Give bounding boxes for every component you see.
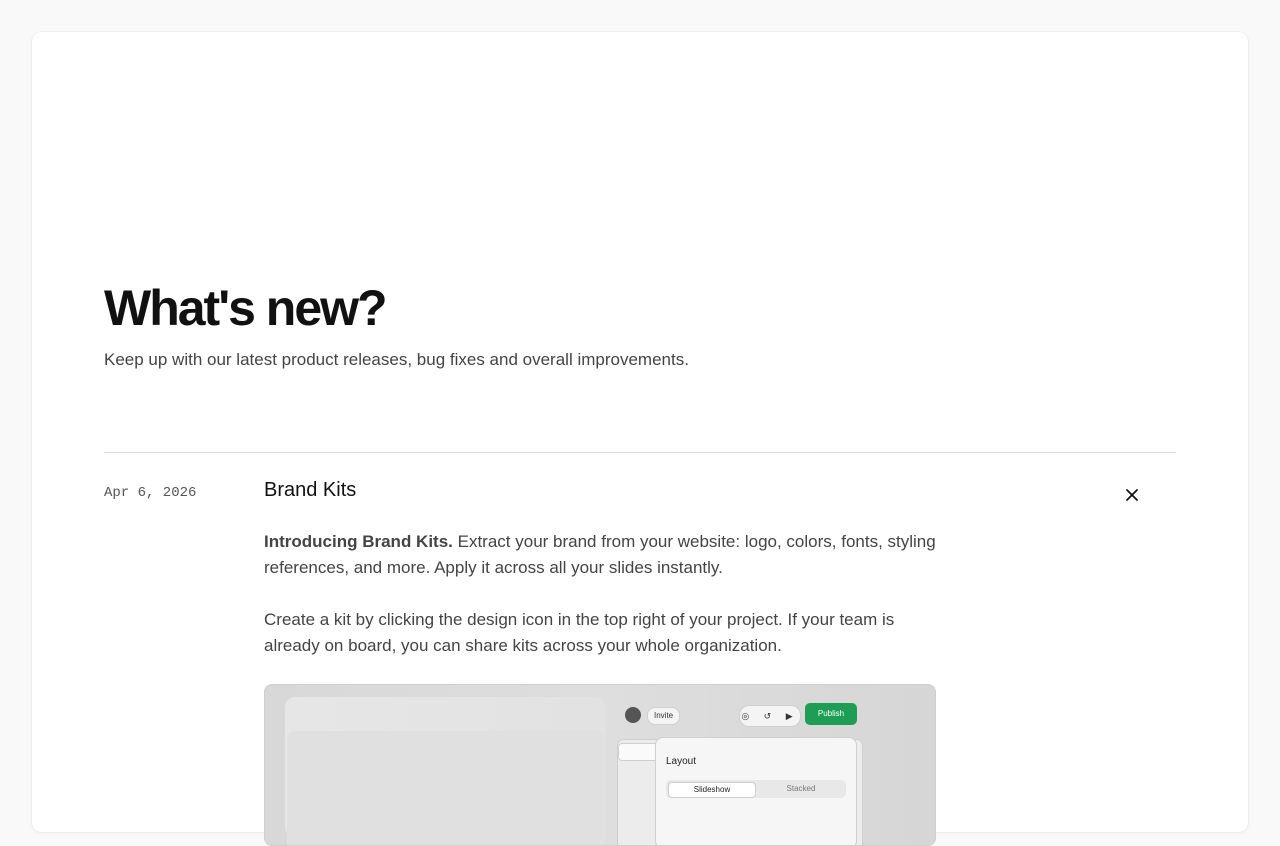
close-button[interactable]	[1120, 483, 1144, 507]
entry-paragraph: Create a kit by clicking the design icon…	[264, 610, 895, 655]
preview-panel-title: Layout	[666, 756, 697, 767]
avatar	[625, 707, 641, 723]
page-title: What's new?	[104, 280, 388, 336]
preview-image: Invite ◎ ↺ ▶ Publish Layout Slideshow St…	[264, 684, 936, 846]
changelog-card: What's new? Keep up with our latest prod…	[32, 32, 1248, 846]
preview-publish-button: Publish	[805, 703, 857, 725]
close-icon	[1126, 489, 1138, 501]
entry-intro: Introducing Brand Kits. Extract your bra…	[264, 529, 944, 581]
preview-segment-stacked: Stacked	[786, 784, 816, 793]
page-subtitle: Keep up with our latest product releases…	[104, 350, 689, 369]
preview-invite-button: Invite	[647, 707, 681, 725]
preview-slide	[287, 731, 605, 845]
preview-icon-group: ◎ ↺ ▶	[739, 705, 801, 727]
divider	[104, 452, 1176, 453]
preview-toolbar: Invite ◎ ↺ ▶ Publish	[621, 699, 861, 727]
preview-segment-slideshow: Slideshow	[668, 782, 756, 798]
entry-title: Brand Kits	[264, 479, 357, 501]
entry-date: Apr 6, 2026	[104, 485, 197, 501]
preview-segmented-control: Slideshow Stacked	[666, 780, 846, 798]
preview-layout-panel: Layout Slideshow Stacked	[655, 737, 857, 845]
preview-back-button	[618, 743, 660, 761]
entry-intro-bold: Introducing Brand Kits.	[264, 532, 453, 551]
